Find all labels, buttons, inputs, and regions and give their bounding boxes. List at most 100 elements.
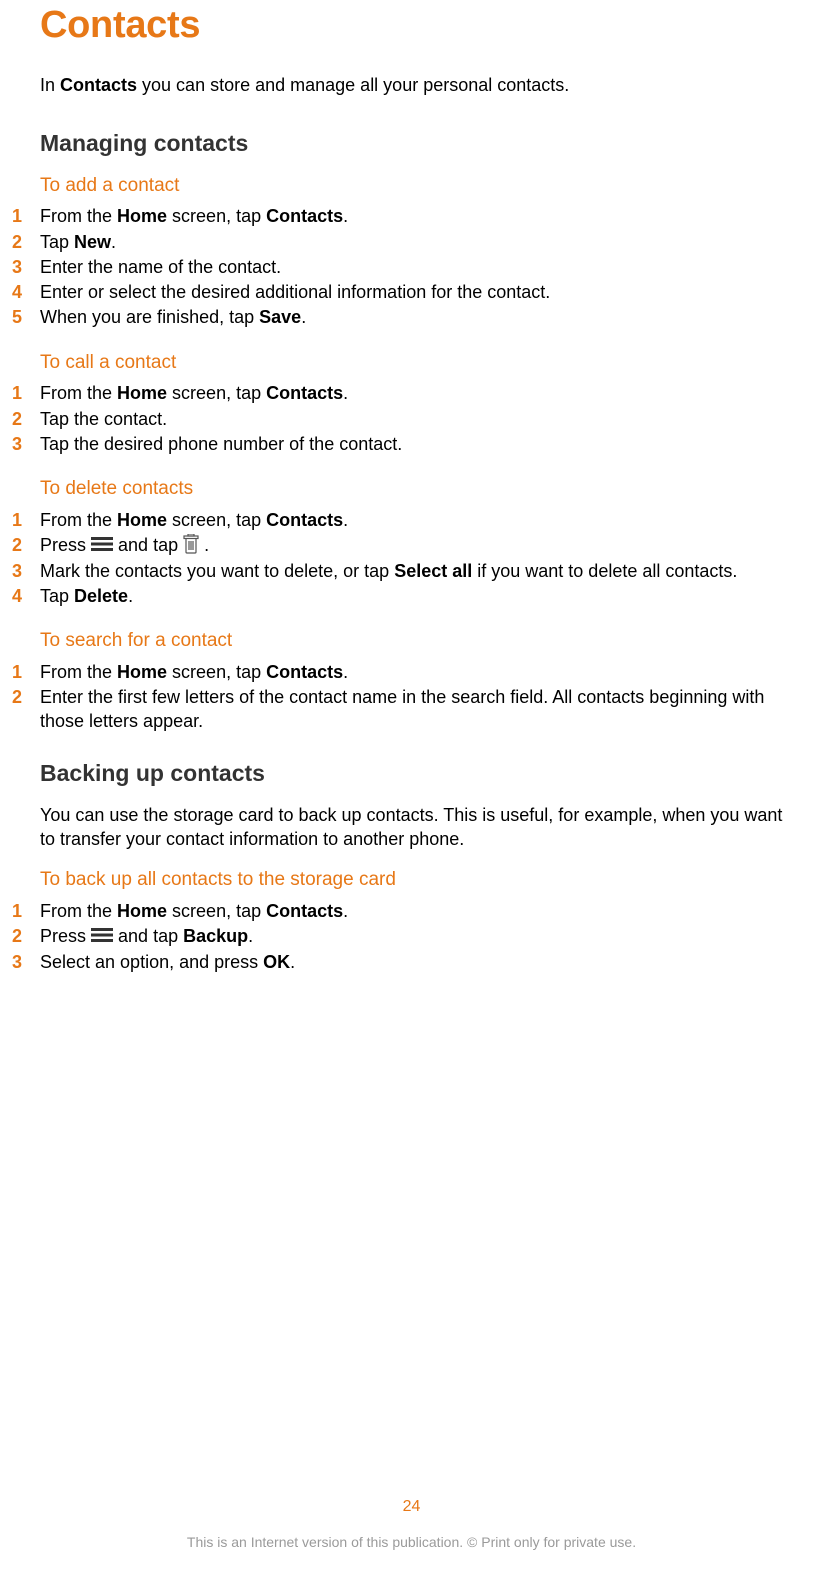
step-text: Tap New. — [40, 230, 783, 254]
t: Mark the contacts you want to delete, or… — [40, 561, 394, 581]
t: . — [248, 926, 253, 946]
t-bold: Contacts — [266, 383, 343, 403]
heading-backing-up-contacts: Backing up contacts — [40, 758, 783, 789]
task-title-add-contact: To add a contact — [40, 173, 783, 199]
step-text: Enter or select the desired additional i… — [40, 280, 783, 304]
step-number: 3 — [12, 255, 40, 279]
step-number: 1 — [12, 204, 40, 228]
t-bold: Backup — [183, 926, 248, 946]
step-text: Press and tap Backup. — [40, 924, 783, 948]
step-text: When you are finished, tap Save. — [40, 305, 783, 329]
step: 2 Tap the contact. — [12, 407, 783, 431]
step-number: 1 — [12, 508, 40, 532]
t-bold: Contacts — [266, 901, 343, 921]
t: . — [343, 206, 348, 226]
step-text: Tap the contact. — [40, 407, 783, 431]
step-number: 4 — [12, 280, 40, 304]
step: 2 Enter the first few letters of the con… — [12, 685, 783, 734]
task-title-backup-all: To back up all contacts to the storage c… — [40, 867, 783, 893]
step-number: 3 — [12, 559, 40, 583]
steps-delete-contacts: 1 From the Home screen, tap Contacts. 2 … — [12, 508, 783, 608]
t: . — [343, 901, 348, 921]
t: . — [343, 383, 348, 403]
step: 3 Enter the name of the contact. — [12, 255, 783, 279]
step-number: 5 — [12, 305, 40, 329]
page-footer: 24 This is an Internet version of this p… — [0, 1496, 823, 1552]
t-bold: Contacts — [266, 206, 343, 226]
t-bold: Contacts — [266, 510, 343, 530]
t: screen, tap — [167, 662, 266, 682]
t: When you are finished, tap — [40, 307, 259, 327]
step-number: 4 — [12, 584, 40, 608]
page-number: 24 — [0, 1496, 823, 1518]
menu-icon — [91, 928, 113, 942]
t: Press — [40, 535, 91, 555]
t: From the — [40, 383, 117, 403]
step: 1 From the Home screen, tap Contacts. — [12, 660, 783, 684]
step: 1 From the Home screen, tap Contacts. — [12, 381, 783, 405]
task-title-delete-contacts: To delete contacts — [40, 476, 783, 502]
step-text: From the Home screen, tap Contacts. — [40, 381, 783, 405]
footer-note: This is an Internet version of this publ… — [0, 1533, 823, 1552]
step-text: Enter the name of the contact. — [40, 255, 783, 279]
t: From the — [40, 510, 117, 530]
step: 1 From the Home screen, tap Contacts. — [12, 508, 783, 532]
t: and tap — [118, 535, 183, 555]
step-number: 2 — [12, 407, 40, 431]
menu-icon — [91, 537, 113, 551]
t: . — [343, 510, 348, 530]
t: and tap — [118, 926, 183, 946]
steps-call-contact: 1 From the Home screen, tap Contacts. 2 … — [12, 381, 783, 456]
step-number: 3 — [12, 432, 40, 456]
t-bold: Contacts — [266, 662, 343, 682]
steps-backup-all: 1 From the Home screen, tap Contacts. 2 … — [12, 899, 783, 974]
t-bold: New — [74, 232, 111, 252]
t-bold: Home — [117, 662, 167, 682]
step-text: From the Home screen, tap Contacts. — [40, 204, 783, 228]
step-text: Mark the contacts you want to delete, or… — [40, 559, 783, 583]
section-backing-up-contacts: Backing up contacts You can use the stor… — [40, 758, 783, 974]
step-text: Press and tap — [40, 533, 783, 557]
t: if you want to delete all contacts. — [472, 561, 737, 581]
task-title-call-contact: To call a contact — [40, 350, 783, 376]
step-text: Select an option, and press OK. — [40, 950, 783, 974]
t: Press — [40, 926, 91, 946]
steps-search-contact: 1 From the Home screen, tap Contacts. 2 … — [12, 660, 783, 734]
t: . — [343, 662, 348, 682]
t-bold: Delete — [74, 586, 128, 606]
t: From the — [40, 901, 117, 921]
step-number: 1 — [12, 660, 40, 684]
t: From the — [40, 662, 117, 682]
step-number: 3 — [12, 950, 40, 974]
t-bold: Save — [259, 307, 301, 327]
intro-bold: Contacts — [60, 75, 137, 95]
step-text: Tap the desired phone number of the cont… — [40, 432, 783, 456]
t: screen, tap — [167, 901, 266, 921]
t-bold: Home — [117, 206, 167, 226]
step: 2 Tap New. — [12, 230, 783, 254]
step: 1 From the Home screen, tap Contacts. — [12, 204, 783, 228]
backup-intro-paragraph: You can use the storage card to back up … — [40, 803, 783, 852]
t: . — [128, 586, 133, 606]
t-bold: Select all — [394, 561, 472, 581]
t: Select an option, and press — [40, 952, 263, 972]
step-text: From the Home screen, tap Contacts. — [40, 899, 783, 923]
steps-add-contact: 1 From the Home screen, tap Contacts. 2 … — [12, 204, 783, 329]
t: Tap — [40, 586, 74, 606]
step: 3 Mark the contacts you want to delete, … — [12, 559, 783, 583]
t: Tap — [40, 232, 74, 252]
section-managing-contacts: Managing contacts To add a contact 1 Fro… — [40, 128, 783, 734]
page-title: Contacts — [40, 0, 783, 51]
intro-text-2: you can store and manage all your person… — [137, 75, 569, 95]
step-text: From the Home screen, tap Contacts. — [40, 660, 783, 684]
step-text: Enter the first few letters of the conta… — [40, 685, 783, 734]
t: screen, tap — [167, 206, 266, 226]
t: screen, tap — [167, 383, 266, 403]
step-number: 1 — [12, 381, 40, 405]
step: 1 From the Home screen, tap Contacts. — [12, 899, 783, 923]
step-number: 2 — [12, 230, 40, 254]
heading-managing-contacts: Managing contacts — [40, 128, 783, 159]
step: 5 When you are finished, tap Save. — [12, 305, 783, 329]
step: 4 Tap Delete. — [12, 584, 783, 608]
step: 3 Tap the desired phone number of the co… — [12, 432, 783, 456]
